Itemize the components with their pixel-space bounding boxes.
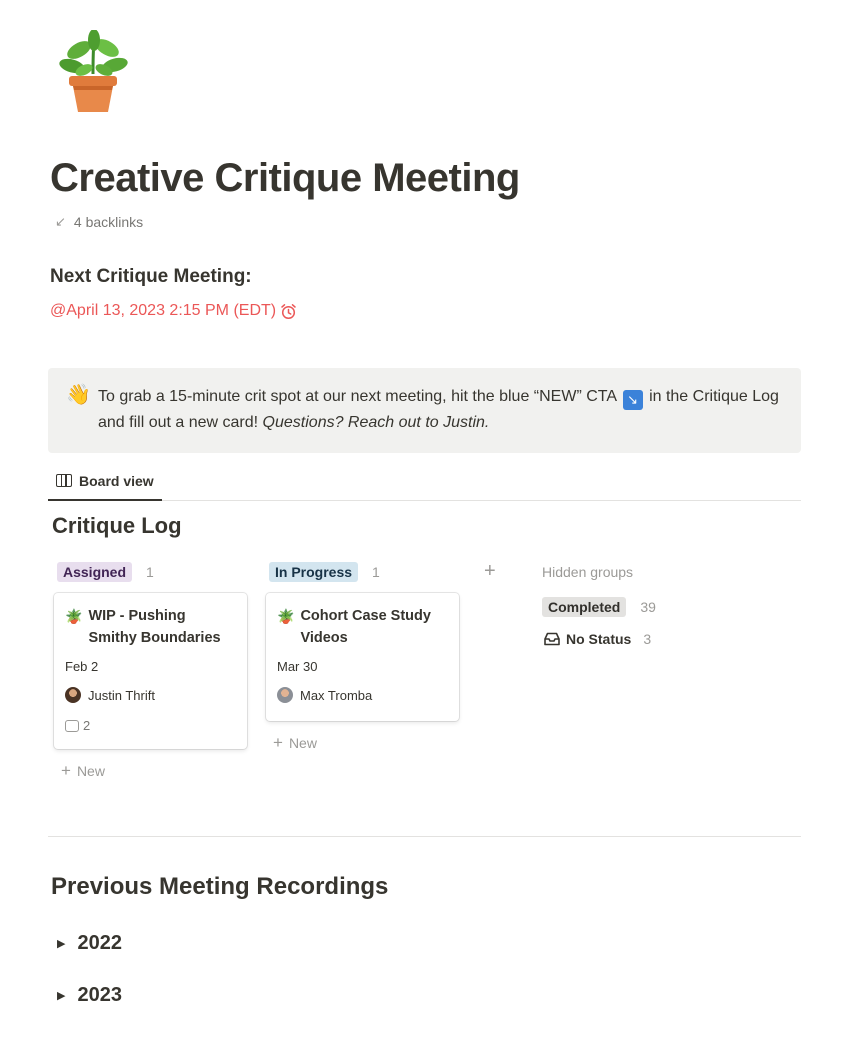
- group-label-in-progress: In Progress: [269, 562, 359, 582]
- card-comment-count: 2: [83, 718, 91, 733]
- arrow-down-right-icon: ↘: [622, 390, 643, 410]
- waving-hand-icon: 👋: [66, 384, 91, 406]
- hidden-group-completed[interactable]: Completed 39: [542, 597, 656, 617]
- avatar: [277, 687, 293, 703]
- tab-board-view[interactable]: Board view: [48, 462, 162, 501]
- group-label-no-status: No Status: [544, 631, 631, 647]
- group-header-in-progress[interactable]: In Progress 1: [269, 562, 380, 582]
- group-count-no-status: 3: [643, 631, 652, 647]
- plus-icon: +: [273, 733, 283, 752]
- date-mention[interactable]: @April 13, 2023 2:15 PM (EDT): [50, 302, 297, 320]
- new-card-label: New: [76, 763, 105, 779]
- card-title: 🪴 Cohort Case Study Videos: [277, 605, 449, 649]
- card-person-name: Max Tromba: [300, 687, 373, 703]
- group-count-completed: 39: [640, 599, 656, 615]
- no-status-label: No Status: [566, 631, 632, 647]
- hidden-group-no-status[interactable]: No Status 3: [544, 631, 651, 647]
- comment-icon: [65, 719, 79, 732]
- add-group-button[interactable]: +: [484, 560, 496, 583]
- potted-plant-icon: 🪴: [65, 608, 83, 624]
- card-person: Max Tromba: [277, 687, 449, 703]
- group-count-in-progress: 1: [372, 564, 380, 580]
- recordings-heading: Previous Meeting Recordings: [51, 873, 389, 900]
- toggle-2022[interactable]: ▶ 2022: [57, 932, 122, 955]
- card-date: Feb 2: [65, 659, 99, 674]
- toggle-2023[interactable]: ▶ 2023: [57, 984, 122, 1007]
- card-title-text: Cohort Case Study Videos: [300, 608, 431, 646]
- group-header-assigned[interactable]: Assigned 1: [57, 562, 154, 582]
- card-date: Mar 30: [277, 659, 318, 674]
- view-tabs: Board view: [48, 462, 801, 501]
- next-meeting-heading: Next Critique Meeting:: [50, 266, 252, 287]
- group-count-assigned: 1: [146, 564, 154, 580]
- alarm-clock-icon: [281, 303, 296, 319]
- tab-board-view-label: Board view: [79, 472, 154, 489]
- page-title: Creative Critique Meeting: [50, 156, 520, 200]
- toggle-label: 2023: [77, 984, 122, 1006]
- card-title-text: WIP - Pushing Smithy Boundaries: [88, 608, 221, 646]
- board-card[interactable]: 🪴 WIP - Pushing Smithy Boundaries Feb 2 …: [54, 593, 247, 749]
- potted-plant-icon: 🪴: [277, 608, 295, 624]
- callout-text-before: To grab a 15-minute crit spot at our nex…: [98, 388, 617, 405]
- board-icon: [56, 474, 72, 487]
- card-person-name: Justin Thrift: [88, 687, 155, 703]
- potted-plant-icon[interactable]: [54, 30, 132, 114]
- arrow-down-left-icon: ↙: [55, 214, 66, 229]
- card-comments: 2: [65, 718, 237, 733]
- plus-icon: +: [61, 761, 71, 780]
- group-label-assigned: Assigned: [57, 562, 133, 582]
- toggle-label: 2022: [77, 932, 122, 954]
- card-person: Justin Thrift: [65, 687, 237, 703]
- inbox-icon: [544, 632, 560, 646]
- triangle-right-icon: ▶: [57, 938, 66, 950]
- card-title: 🪴 WIP - Pushing Smithy Boundaries: [65, 605, 237, 649]
- date-mention-text: @April 13, 2023 2:15 PM (EDT): [50, 302, 277, 319]
- backlinks-link[interactable]: ↙ 4 backlinks: [55, 214, 143, 230]
- triangle-right-icon: ▶: [57, 990, 66, 1002]
- callout-block: 👋 To grab a 15-minute crit spot at our n…: [48, 368, 801, 453]
- database-title[interactable]: Critique Log: [52, 513, 182, 539]
- new-card-button[interactable]: + New: [273, 733, 317, 752]
- callout-text: To grab a 15-minute crit spot at our nex…: [98, 384, 781, 453]
- callout-text-italic: Questions? Reach out to Justin.: [262, 414, 490, 431]
- avatar: [65, 687, 81, 703]
- board-card[interactable]: 🪴 Cohort Case Study Videos Mar 30 Max Tr…: [266, 593, 459, 721]
- new-card-button[interactable]: + New: [61, 761, 105, 780]
- backlinks-label: 4 backlinks: [73, 214, 144, 230]
- hidden-groups-label: Hidden groups: [542, 564, 634, 580]
- divider: [48, 836, 801, 837]
- group-label-completed: Completed: [542, 597, 627, 617]
- new-card-label: New: [288, 735, 317, 751]
